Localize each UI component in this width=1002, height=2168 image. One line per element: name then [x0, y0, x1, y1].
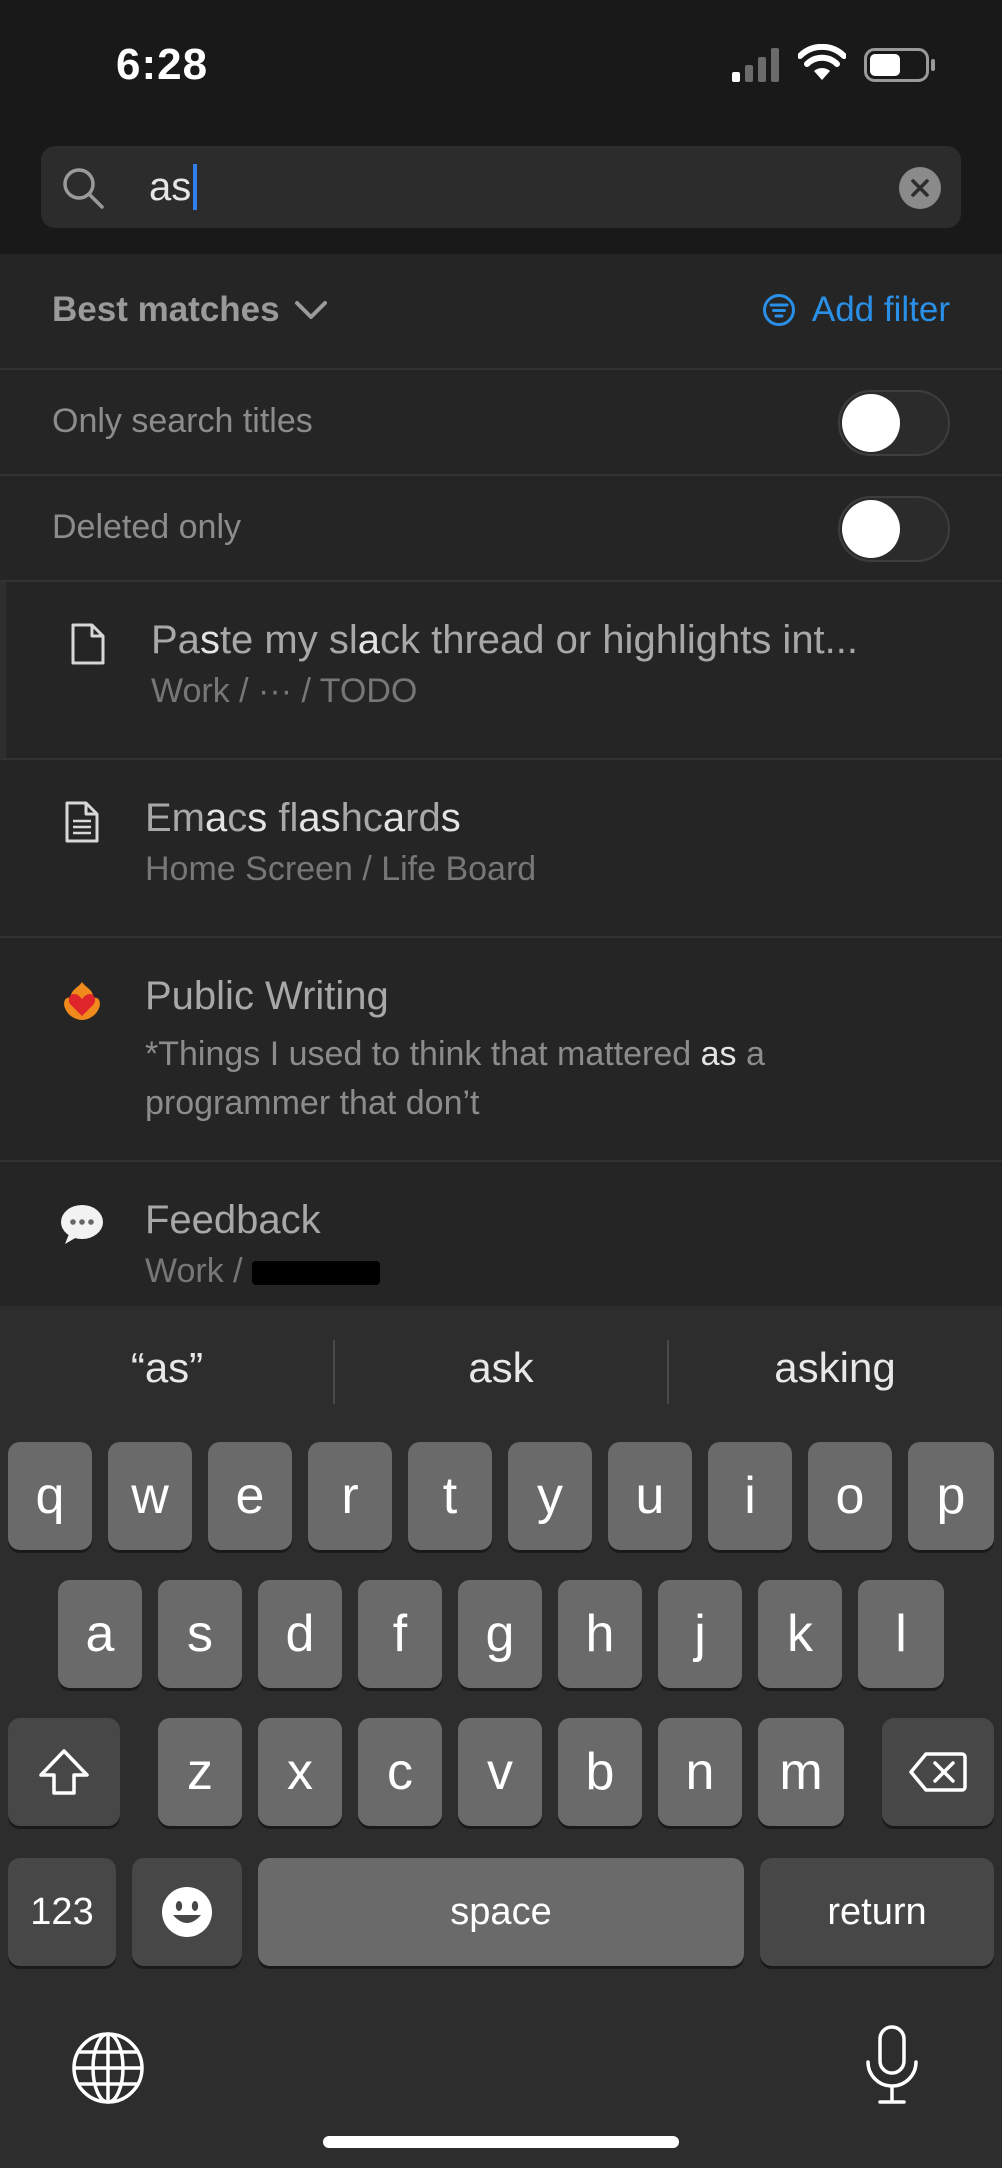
deleted-only-label: Deleted only: [52, 508, 242, 546]
search-box[interactable]: as: [41, 146, 961, 228]
key-w[interactable]: w: [108, 1442, 192, 1550]
key-d[interactable]: d: [258, 1580, 342, 1688]
search-result-item[interactable]: Paste my slack thread or highlights int.…: [0, 582, 1002, 760]
only-search-titles-label: Only search titles: [52, 402, 313, 440]
shift-key[interactable]: [8, 1718, 120, 1826]
wifi-icon: [798, 44, 846, 80]
space-key[interactable]: space: [258, 1858, 744, 1966]
backspace-key[interactable]: [882, 1718, 994, 1826]
chevron-down-icon: [294, 301, 327, 319]
shift-icon: [39, 1749, 89, 1795]
key-g[interactable]: g: [458, 1580, 542, 1688]
result-title: Paste my slack thread or highlights int.…: [151, 618, 859, 662]
result-title: Feedback: [145, 1198, 321, 1242]
key-h[interactable]: h: [558, 1580, 642, 1688]
key-f[interactable]: f: [358, 1580, 442, 1688]
key-e[interactable]: e: [208, 1442, 292, 1550]
suggestion-item[interactable]: ask: [334, 1344, 668, 1392]
search-result-item[interactable]: Emacs flashcards Home Screen / Life Boar…: [0, 760, 1002, 938]
key-q[interactable]: q: [8, 1442, 92, 1550]
numbers-key[interactable]: 123: [8, 1858, 116, 1966]
key-l[interactable]: l: [858, 1580, 944, 1688]
heart-on-fire-emoji-icon: [58, 976, 106, 1024]
key-m[interactable]: m: [758, 1718, 844, 1826]
key-u[interactable]: u: [608, 1442, 692, 1550]
filter-icon: [762, 294, 795, 326]
status-time: 6:28: [116, 40, 209, 89]
result-path: Home Screen / Life Board: [145, 850, 537, 888]
result-title: Public Writing: [145, 974, 389, 1018]
key-r[interactable]: r: [308, 1442, 392, 1550]
toggle-knob: [842, 500, 900, 558]
search-result-item[interactable]: Public Writing *Things I used to think t…: [0, 938, 1002, 1162]
key-b[interactable]: b: [558, 1718, 642, 1826]
page-icon: [64, 620, 112, 668]
home-indicator[interactable]: [323, 2136, 679, 2148]
text-caret: [193, 164, 198, 210]
add-filter-label: Add filter: [811, 290, 950, 329]
key-a[interactable]: a: [58, 1580, 142, 1688]
toggle-knob: [842, 394, 900, 452]
key-c[interactable]: c: [358, 1718, 442, 1826]
cellular-signal-icon: [732, 48, 779, 82]
key-n[interactable]: n: [658, 1718, 742, 1826]
search-results-panel: Best matches Add filter Only search titl…: [0, 254, 1002, 1306]
on-screen-keyboard: “as” ask asking q w e r t y u i o p a s …: [0, 1306, 1002, 2168]
only-search-titles-row: Only search titles: [0, 370, 1002, 476]
search-icon: [63, 168, 104, 209]
result-snippet: *Things I used to think that mattered as…: [145, 1035, 765, 1122]
microphone-icon[interactable]: [862, 2024, 922, 2106]
only-search-titles-toggle[interactable]: [838, 390, 950, 456]
key-s[interactable]: s: [158, 1580, 242, 1688]
clear-search-button[interactable]: [899, 167, 941, 209]
document-lines-icon: [58, 798, 106, 846]
key-v[interactable]: v: [458, 1718, 542, 1826]
emoji-key[interactable]: [132, 1858, 242, 1966]
status-bar: 6:28: [0, 0, 1002, 130]
search-area: as: [0, 130, 1002, 254]
search-result-item[interactable]: Feedback Work /: [0, 1162, 1002, 1306]
close-icon: [911, 179, 929, 197]
battery-icon: [864, 48, 935, 82]
key-x[interactable]: x: [258, 1718, 342, 1826]
predictive-suggestions: “as” ask asking: [0, 1306, 1002, 1436]
sort-label: Best matches: [52, 290, 280, 329]
key-j[interactable]: j: [658, 1580, 742, 1688]
globe-icon[interactable]: [70, 2030, 146, 2106]
result-title: Emacs flashcards: [145, 796, 461, 840]
sort-filter-row: Best matches Add filter: [0, 254, 1002, 370]
result-path: Work / ··· / TODO: [151, 672, 418, 710]
key-k[interactable]: k: [758, 1580, 842, 1688]
search-input[interactable]: as: [149, 164, 198, 210]
return-key[interactable]: return: [760, 1858, 994, 1966]
key-t[interactable]: t: [408, 1442, 492, 1550]
key-y[interactable]: y: [508, 1442, 592, 1550]
key-p[interactable]: p: [908, 1442, 994, 1550]
result-path: Work /: [145, 1252, 381, 1291]
redacted-block: [252, 1261, 381, 1286]
speech-bubble-emoji-icon: [58, 1200, 106, 1248]
suggestion-item[interactable]: asking: [668, 1344, 1002, 1392]
backspace-icon: [909, 1752, 967, 1792]
emoji-icon: [162, 1887, 212, 1937]
deleted-only-toggle[interactable]: [838, 496, 950, 562]
suggestion-item[interactable]: “as”: [0, 1344, 334, 1392]
add-filter-button[interactable]: Add filter: [762, 290, 950, 330]
deleted-only-row: Deleted only: [0, 476, 1002, 582]
search-query-text: as: [149, 164, 192, 209]
sort-dropdown[interactable]: Best matches: [52, 290, 328, 330]
key-o[interactable]: o: [808, 1442, 892, 1550]
key-z[interactable]: z: [158, 1718, 242, 1826]
key-i[interactable]: i: [708, 1442, 792, 1550]
